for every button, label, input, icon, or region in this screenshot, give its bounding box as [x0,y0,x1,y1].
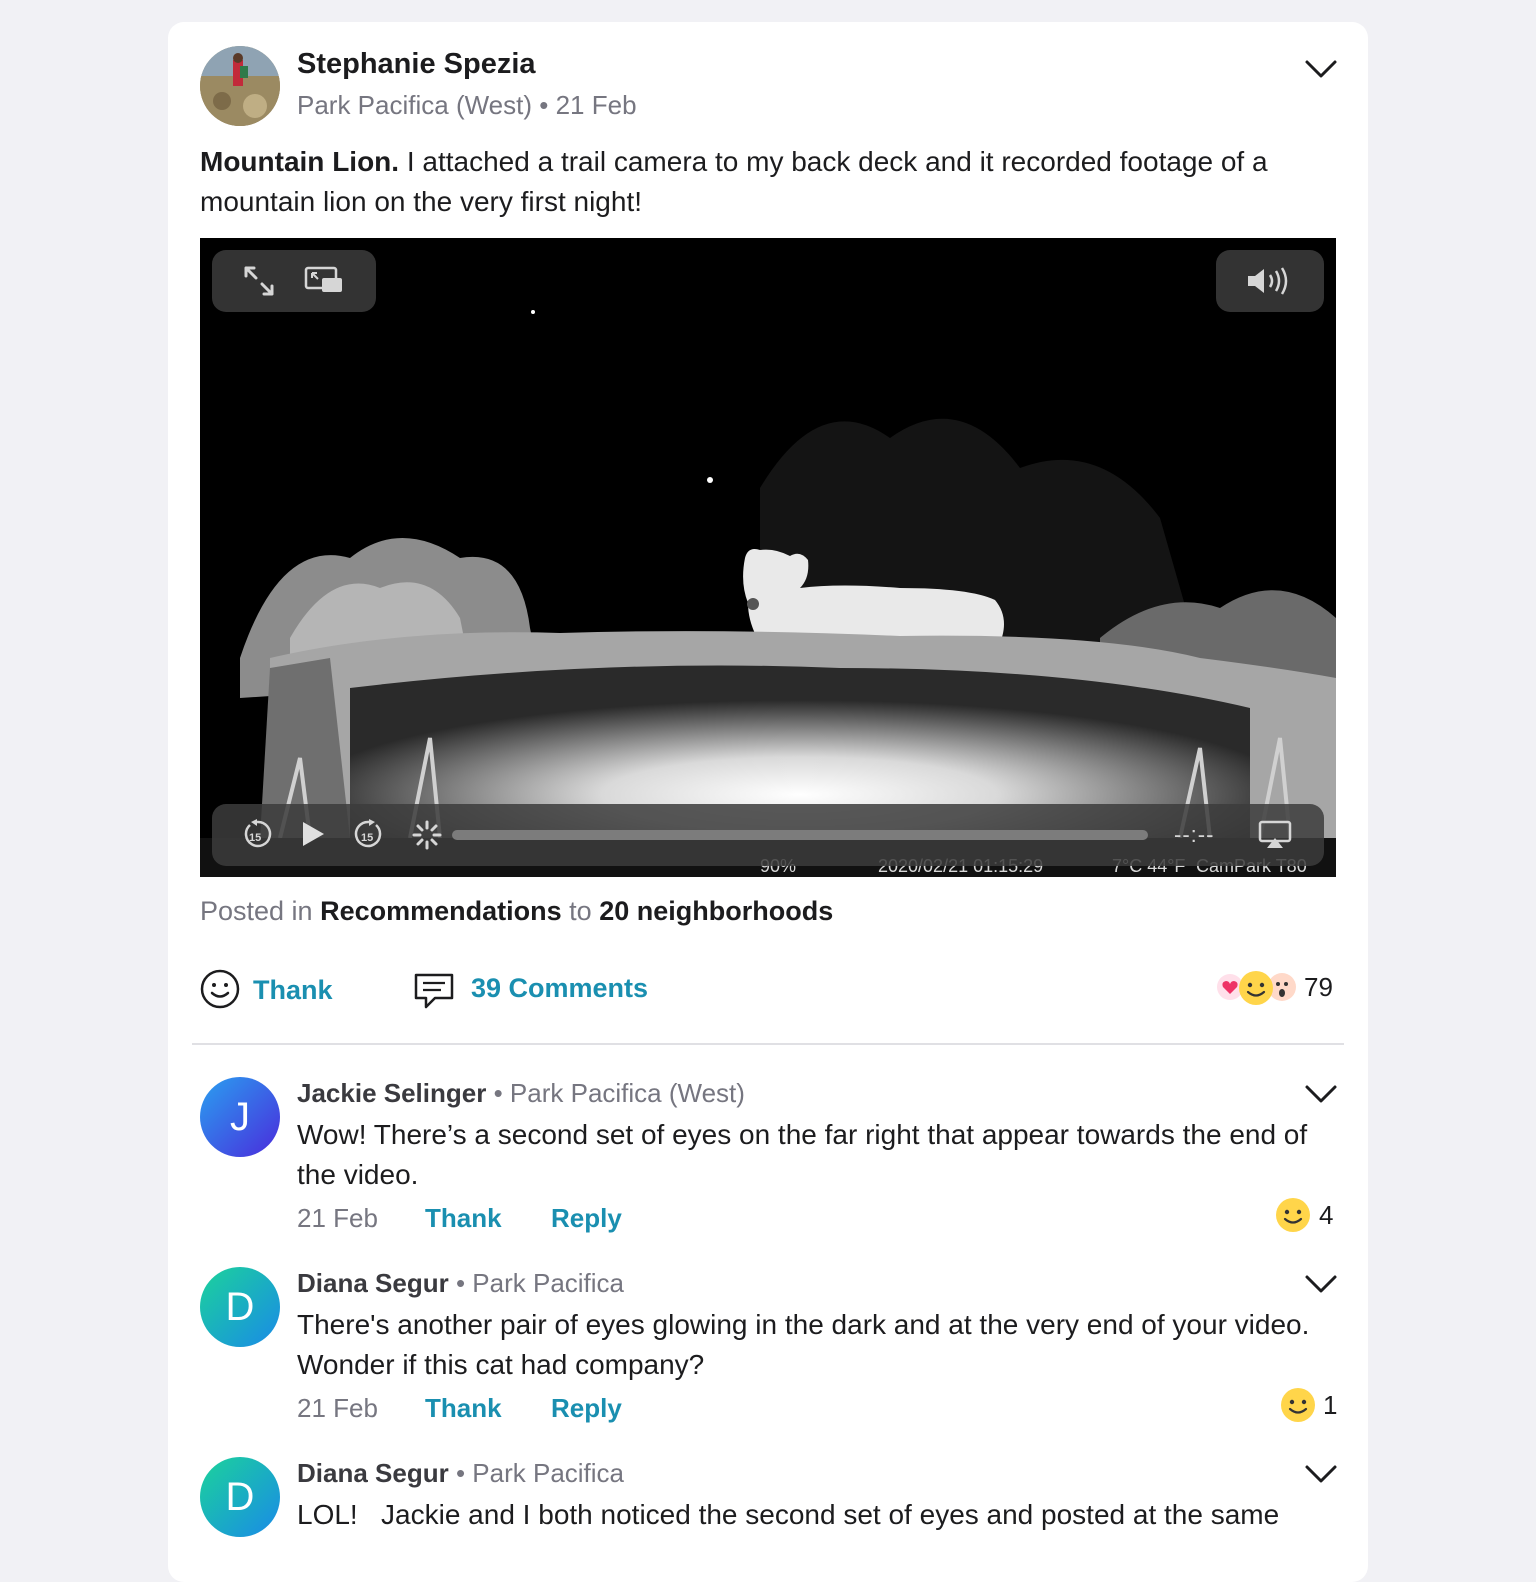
comment-reaction-count: 4 [1319,1200,1334,1230]
comment-text: There's another pair of eyes glowing in … [297,1309,1310,1380]
posted-in-prefix: Posted in [200,896,313,926]
svg-text:15: 15 [361,832,373,844]
speaker-icon[interactable] [1246,266,1292,296]
smiley-icon[interactable] [200,969,240,1009]
volume-control [1216,250,1324,312]
comment-date: 21 Feb [297,1393,378,1423]
comment-reply-button[interactable]: Reply [551,1203,622,1234]
commenter-name[interactable]: Jackie Selinger [297,1078,486,1108]
reaction-count: 79 [1304,972,1333,1002]
progress-track[interactable] [452,830,1148,840]
comment-text: Wow! There’s a second set of eyes on the… [297,1119,1308,1190]
comment-header: Diana Segur • Park Pacifica [297,1458,624,1489]
comment-date: 21 Feb [297,1203,378,1233]
play-icon[interactable] [300,820,326,848]
expand-icon[interactable] [242,264,276,298]
comment-thank-button[interactable]: Thank [425,1203,502,1234]
chevron-down-icon[interactable] [1304,1083,1338,1105]
forward-15-icon[interactable]: 15 [354,818,384,850]
svg-text:15: 15 [249,832,261,844]
divider [192,1043,1344,1045]
time-display: --:-- [1174,822,1215,847]
commenter-neighborhood[interactable]: Park Pacifica [472,1458,624,1488]
comment-header: Jackie Selinger • Park Pacifica (West) [297,1078,745,1109]
comment-text: LOL! Jackie and I both noticed the secon… [297,1499,1280,1530]
posted-in-line: Posted in Recommendations to 20 neighbor… [200,896,833,927]
comments-link[interactable]: 39 Comments [471,973,648,1004]
post-meta: Park Pacifica (West) • 21 Feb [297,90,637,121]
meta-separator: • [493,1078,503,1108]
comment-bubble-icon[interactable] [413,971,455,1011]
video-top-controls [212,250,376,312]
commenter-neighborhood[interactable]: Park Pacifica (West) [510,1078,745,1108]
reaction-icons[interactable] [1214,970,1300,1006]
commenter-name[interactable]: Diana Segur [297,1458,449,1488]
comment-reply-button[interactable]: Reply [551,1393,622,1424]
rewind-15-icon[interactable]: 15 [242,818,272,850]
chevron-down-icon[interactable] [1304,1273,1338,1295]
spinner-icon [412,820,442,850]
picture-in-picture-icon[interactable] [304,266,344,296]
meta-separator: • [455,1268,466,1298]
video-player[interactable]: 90% 2020/02/21 01:15:29 7°C 44°F CamPark… [200,238,1336,877]
chevron-down-icon[interactable] [1304,1463,1338,1485]
comment-header: Diana Segur • Park Pacifica [297,1268,624,1299]
chevron-down-icon[interactable] [1304,58,1338,80]
commenter-avatar[interactable]: D [200,1267,280,1347]
smiley-reaction-icon[interactable] [1280,1387,1316,1423]
post-date: 21 Feb [555,90,637,120]
thank-button[interactable]: Thank [253,975,333,1006]
commenter-neighborhood[interactable]: Park Pacifica [472,1268,624,1298]
post-body: Mountain Lion. I attached a trail camera… [200,142,1330,222]
comment-thank-button[interactable]: Thank [425,1393,502,1424]
commenter-name[interactable]: Diana Segur [297,1268,449,1298]
post-neighborhood[interactable]: Park Pacifica (West) [297,90,532,120]
airplay-icon[interactable] [1258,820,1292,850]
posted-in-audience[interactable]: 20 neighborhoods [599,896,833,926]
commenter-avatar[interactable]: J [200,1077,280,1157]
smiley-reaction-icon[interactable] [1275,1197,1311,1233]
meta-separator: • [455,1458,466,1488]
post-title: Mountain Lion. [200,146,400,177]
posted-in-to: to [569,896,592,926]
meta-separator: • [539,90,549,120]
video-frame: 90% 2020/02/21 01:15:29 7°C 44°F CamPark… [200,238,1336,877]
playback-controls: 15 15 --:-- [212,804,1324,866]
author-name[interactable]: Stephanie Spezia [297,48,536,81]
author-avatar[interactable] [200,46,280,126]
posted-in-category[interactable]: Recommendations [320,896,562,926]
commenter-avatar[interactable]: D [200,1457,280,1537]
comment-reaction-count: 1 [1323,1390,1338,1420]
